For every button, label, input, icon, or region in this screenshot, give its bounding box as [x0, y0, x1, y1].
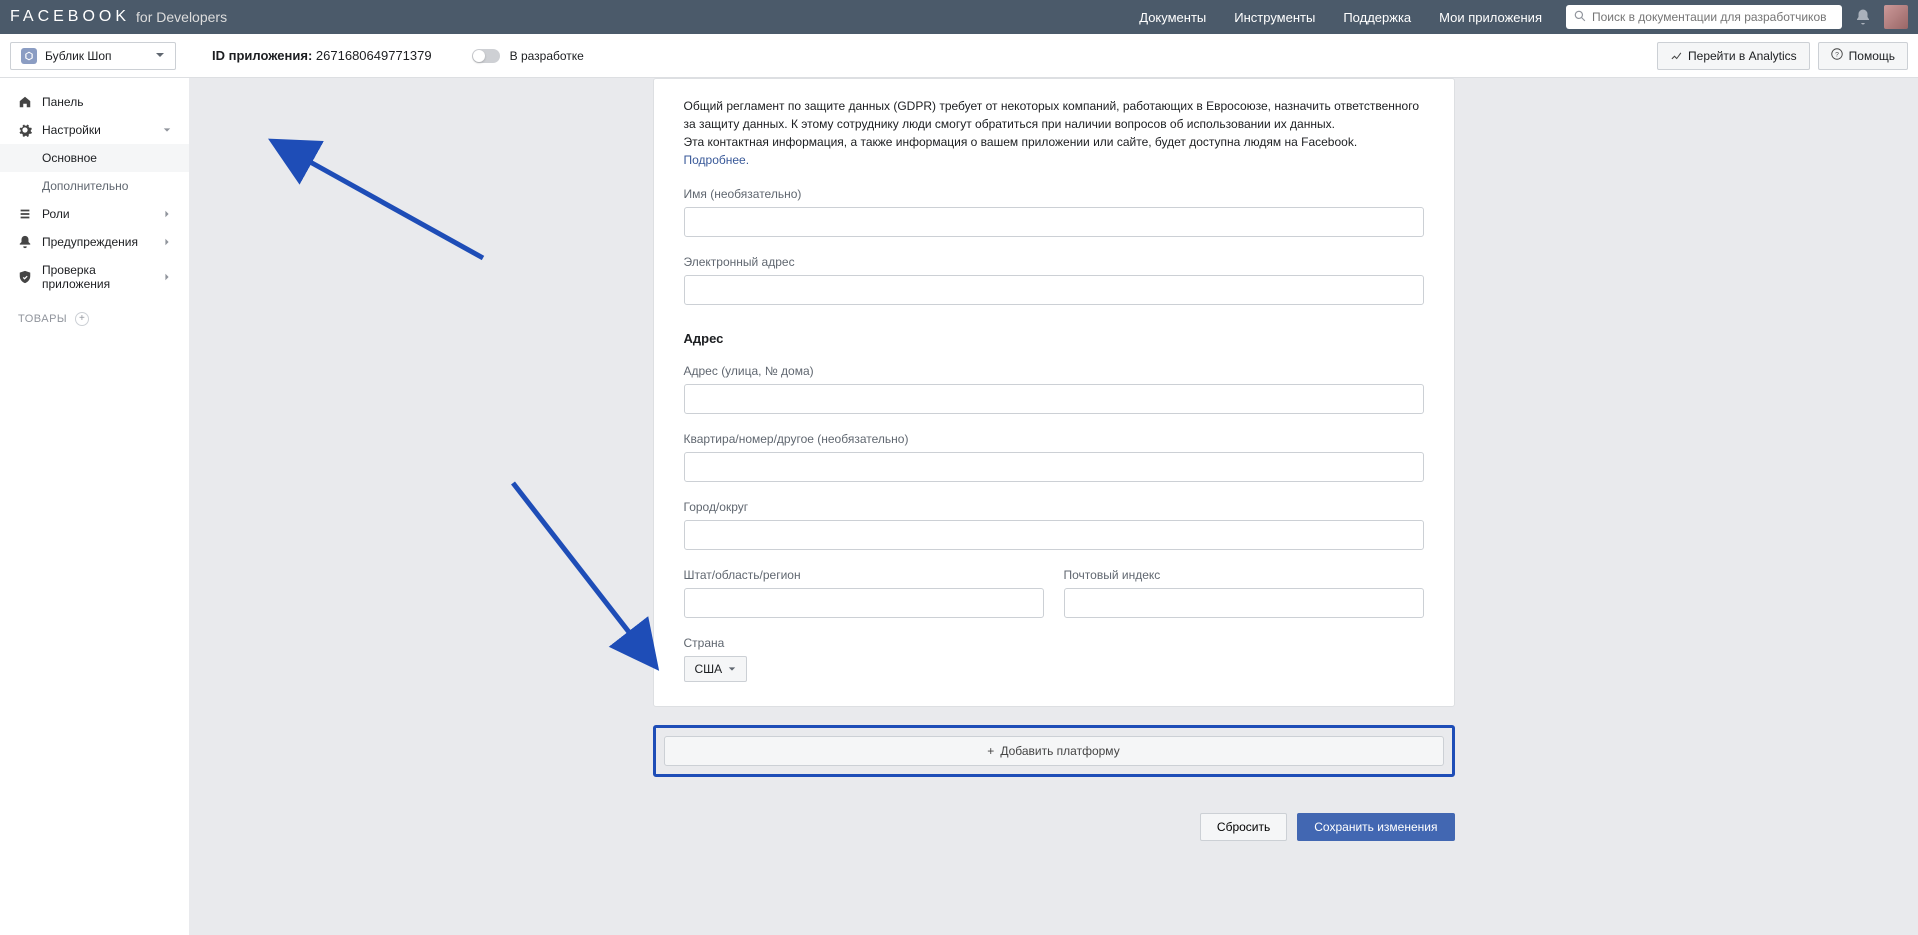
brand-logo[interactable]: FACEBOOK — [10, 8, 130, 26]
products-label: ТОВАРЫ — [18, 313, 67, 325]
apt-input[interactable] — [684, 452, 1424, 482]
gear-icon — [18, 123, 32, 137]
search-box[interactable] — [1566, 5, 1842, 29]
bell-icon — [18, 235, 32, 249]
postal-label: Почтовый индекс — [1064, 568, 1424, 582]
analytics-button[interactable]: Перейти в Analytics — [1657, 42, 1810, 70]
sub-header: Бублик Шоп ID приложения: 26716806497713… — [0, 34, 1918, 78]
app-id-label: ID приложения: — [212, 48, 312, 63]
analytics-icon — [1670, 48, 1682, 63]
sidebar-item-alerts[interactable]: Предупреждения — [0, 228, 189, 256]
country-select[interactable]: США — [684, 656, 748, 682]
annotation-arrow-1 — [293, 148, 493, 271]
nav-support[interactable]: Поддержка — [1329, 0, 1425, 34]
help-label: Помощь — [1849, 49, 1895, 63]
name-input[interactable] — [684, 207, 1424, 237]
plus-icon: + — [987, 744, 994, 758]
search-input[interactable] — [1592, 10, 1834, 24]
nav-my-apps[interactable]: Мои приложения — [1425, 0, 1556, 34]
chevron-right-icon — [163, 207, 171, 221]
roles-icon — [18, 207, 32, 221]
sidebar-sub-basic[interactable]: Основное — [0, 144, 189, 172]
sidebar-item-label: Роли — [42, 207, 70, 221]
name-label: Имя (необязательно) — [684, 187, 1424, 201]
sidebar-item-panel[interactable]: Панель — [0, 88, 189, 116]
help-button[interactable]: ? Помощь — [1818, 42, 1908, 70]
email-label: Электронный адрес — [684, 255, 1424, 269]
shield-icon — [18, 270, 32, 284]
country-label: Страна — [684, 636, 1424, 650]
state-input[interactable] — [684, 588, 1044, 618]
add-platform-highlight: + Добавить платформу — [653, 725, 1455, 777]
sidebar-item-app-review[interactable]: Проверка приложения — [0, 256, 189, 298]
sidebar-item-label: Предупреждения — [42, 235, 138, 249]
sidebar: Панель Настройки Основное Дополнительно … — [0, 78, 189, 935]
city-label: Город/округ — [684, 500, 1424, 514]
search-icon — [1574, 10, 1592, 25]
sidebar-item-settings[interactable]: Настройки — [0, 116, 189, 144]
sidebar-products[interactable]: ТОВАРЫ + — [0, 298, 189, 340]
analytics-label: Перейти в Analytics — [1688, 49, 1797, 63]
caret-down-icon — [155, 49, 165, 63]
app-name: Бублик Шоп — [45, 49, 112, 63]
app-selector[interactable]: Бублик Шоп — [10, 42, 176, 70]
top-navbar: FACEBOOK for Developers Документы Инстру… — [0, 0, 1918, 34]
add-platform-label: Добавить платформу — [1000, 744, 1119, 758]
nav-documents[interactable]: Документы — [1125, 0, 1220, 34]
status-label: В разработке — [510, 49, 584, 63]
sidebar-item-label: Настройки — [42, 123, 101, 137]
country-value: США — [695, 662, 723, 676]
content-area: Общий регламент по защите данных (GDPR) … — [189, 78, 1918, 935]
city-input[interactable] — [684, 520, 1424, 550]
sidebar-item-roles[interactable]: Роли — [0, 200, 189, 228]
add-platform-button[interactable]: + Добавить платформу — [664, 736, 1444, 766]
sidebar-sub-advanced[interactable]: Дополнительно — [0, 172, 189, 200]
sidebar-item-label: Проверка приложения — [42, 263, 163, 291]
chevron-down-icon — [163, 123, 171, 137]
chevron-right-icon — [163, 270, 171, 284]
chevron-right-icon — [163, 235, 171, 249]
postal-input[interactable] — [1064, 588, 1424, 618]
address-heading: Адрес — [684, 331, 1424, 346]
state-label: Штат/область/регион — [684, 568, 1044, 582]
sidebar-item-label: Панель — [42, 95, 83, 109]
app-id-value: 2671680649771379 — [316, 48, 432, 63]
caret-down-icon — [728, 662, 736, 676]
settings-card: Общий регламент по защите данных (GDPR) … — [653, 78, 1455, 707]
street-label: Адрес (улица, № дома) — [684, 364, 1424, 378]
app-id: ID приложения: 2671680649771379 — [212, 48, 432, 63]
svg-text:?: ? — [1835, 51, 1839, 58]
annotation-arrow-2 — [503, 473, 663, 676]
status-toggle[interactable] — [472, 49, 500, 63]
learn-more-link[interactable]: Подробнее. — [684, 153, 750, 167]
reset-button[interactable]: Сбросить — [1200, 813, 1287, 841]
plus-icon: + — [75, 312, 89, 326]
street-input[interactable] — [684, 384, 1424, 414]
footer-actions: Сбросить Сохранить изменения — [653, 813, 1455, 841]
notifications-icon[interactable] — [1854, 8, 1872, 26]
brand-subtitle: for Developers — [136, 9, 227, 25]
avatar[interactable] — [1884, 5, 1908, 29]
apt-label: Квартира/номер/другое (необязательно) — [684, 432, 1424, 446]
nav-tools[interactable]: Инструменты — [1220, 0, 1329, 34]
home-icon — [18, 95, 32, 109]
email-input[interactable] — [684, 275, 1424, 305]
help-icon: ? — [1831, 48, 1843, 63]
gdpr-description: Общий регламент по защите данных (GDPR) … — [684, 97, 1424, 169]
app-icon — [21, 48, 37, 64]
save-button[interactable]: Сохранить изменения — [1297, 813, 1454, 841]
